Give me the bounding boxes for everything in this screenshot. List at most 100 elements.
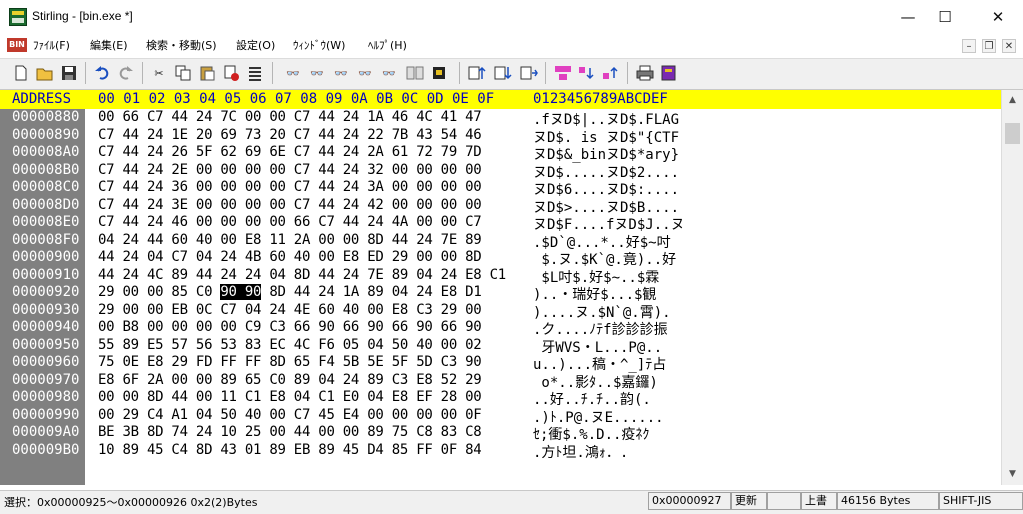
cursor-address: 0x00000927	[648, 492, 731, 510]
help-book-icon[interactable]	[658, 62, 680, 84]
row-bytes[interactable]: 10 89 45 C4 8D 43 01 89 EB 89 45 D4 85 F…	[98, 442, 482, 458]
jump-icon[interactable]	[430, 62, 452, 84]
row-bytes[interactable]: 29 00 00 85 C0 90 90 8D 44 24 1A 89 04 2…	[98, 284, 482, 300]
save-icon[interactable]	[58, 62, 80, 84]
hex-row[interactable]: 000009A0 BE 3B 8D 74 24 10 25 00 44 00 00…	[0, 424, 1001, 443]
hex-row[interactable]: 00000890 C7 44 24 1E 20 69 73 20 C7 44 24…	[0, 127, 1001, 146]
hex-row[interactable]: 000009B0 10 89 45 C4 8D 43 01 89 EB 89 45…	[0, 441, 1001, 462]
row-address: 000008F0	[12, 231, 80, 248]
row-bytes[interactable]: C7 44 24 3E 00 00 00 00 C7 44 24 42 00 0…	[98, 197, 482, 213]
row-bytes[interactable]: 29 00 00 EB 0C C7 04 24 4E 60 40 00 E8 C…	[98, 302, 482, 318]
delete-icon[interactable]	[220, 62, 242, 84]
maximize-button[interactable]: ☐	[922, 0, 968, 34]
row-address: 00000920	[12, 284, 80, 300]
undo-icon[interactable]	[91, 62, 113, 84]
hex-row[interactable]: 000008F0 04 24 44 60 40 00 E8 11 2A 00 00…	[0, 231, 1001, 251]
title-bar	[0, 0, 1023, 34]
hex-row[interactable]: 00000950 55 89 E5 57 56 53 83 EC 4C F6 05…	[0, 336, 1001, 356]
overwrite-mode: 上書	[801, 492, 837, 510]
row-address: 00000950	[12, 336, 80, 353]
close-button[interactable]: ✕	[975, 0, 1021, 34]
goto-top-icon[interactable]	[466, 62, 488, 84]
menu-window[interactable]: ｳｨﾝﾄﾞｳ(W)	[293, 37, 345, 53]
hex-header-row: ADDRESS 00 01 02 03 04 05 06 07 08 09 0A…	[0, 90, 1001, 109]
mdi-close-button[interactable]: ✕	[1002, 39, 1016, 53]
hex-row[interactable]: 00000910 44 24 4C 89 44 24 24 04 8D 44 24…	[0, 267, 1001, 286]
mdi-restore-button[interactable]: ❐	[982, 39, 996, 53]
menu-help[interactable]: ﾍﾙﾌﾟ(H)	[368, 37, 407, 53]
mark-next-icon[interactable]	[576, 62, 598, 84]
app-icon[interactable]	[9, 8, 27, 26]
row-address: 00000980	[12, 389, 80, 405]
find-next-icon[interactable]: 👓	[306, 62, 328, 84]
menu-settings[interactable]: 設定(O)	[236, 37, 275, 53]
hex-row[interactable]: 000008A0 C7 44 24 26 5F 62 69 6E C7 44 24…	[0, 144, 1001, 163]
row-bytes[interactable]: 00 00 8D 44 00 11 C1 E8 04 C1 E0 04 E8 E…	[98, 389, 482, 405]
row-address: 000009B0	[12, 441, 80, 458]
goto-end-icon[interactable]	[518, 62, 540, 84]
scroll-up-arrow-icon[interactable]: ▲	[1002, 92, 1023, 109]
row-address: 00000960	[12, 354, 80, 370]
goto-bottom-icon[interactable]	[492, 62, 514, 84]
hex-row[interactable]: 00000940 00 B8 00 00 00 00 C9 C3 66 90 66…	[0, 319, 1001, 338]
row-bytes[interactable]: 44 24 04 C7 04 24 4B 60 40 00 E8 ED 29 0…	[98, 249, 482, 265]
row-ascii[interactable]: .方ﾄ坦.鴻ｫ．.	[533, 442, 637, 462]
find-prev-icon[interactable]: 👓	[330, 62, 352, 84]
menu-edit[interactable]: 編集(E)	[90, 37, 128, 53]
paste-icon[interactable]	[196, 62, 218, 84]
row-bytes[interactable]: 00 29 C4 A1 04 50 40 00 C7 45 E4 00 00 0…	[98, 407, 482, 423]
hex-row[interactable]: 00000930 29 00 00 EB 0C C7 04 24 4E 60 40…	[0, 302, 1001, 321]
row-bytes[interactable]: BE 3B 8D 74 24 10 25 00 44 00 00 89 75 C…	[98, 424, 482, 440]
find-ab-icon[interactable]: 👓	[378, 62, 400, 84]
row-bytes[interactable]: E8 6F 2A 00 00 89 65 C0 89 04 24 89 C3 E…	[98, 372, 482, 388]
menu-file[interactable]: ﾌｧｲﾙ(F)	[33, 37, 70, 53]
open-folder-icon[interactable]	[34, 62, 56, 84]
hex-row[interactable]: 00000970 E8 6F 2A 00 00 89 65 C0 89 04 24…	[0, 372, 1001, 391]
row-address: 00000880	[12, 109, 80, 125]
redo-icon[interactable]	[115, 62, 137, 84]
row-bytes[interactable]: C7 44 24 46 00 00 00 00 66 C7 44 24 4A 0…	[98, 214, 482, 230]
bin-logo-icon[interactable]: BIN	[7, 38, 27, 52]
row-bytes[interactable]: 00 B8 00 00 00 00 C9 C3 66 90 66 90 66 9…	[98, 319, 482, 335]
insert-lines-icon[interactable]	[244, 62, 266, 84]
row-bytes[interactable]: 00 66 C7 44 24 7C 00 00 C7 44 24 1A 46 4…	[98, 109, 482, 125]
hex-row[interactable]: 000008E0 C7 44 24 46 00 00 00 00 66 C7 44…	[0, 214, 1001, 233]
row-bytes[interactable]: C7 44 24 36 00 00 00 00 C7 44 24 3A 00 0…	[98, 179, 482, 195]
hex-row[interactable]: 000008D0 C7 44 24 3E 00 00 00 00 C7 44 24…	[0, 197, 1001, 216]
row-bytes[interactable]: C7 44 24 1E 20 69 73 20 C7 44 24 22 7B 4…	[98, 127, 482, 143]
hex-row[interactable]: 00000900 44 24 04 C7 04 24 4B 60 40 00 E8…	[0, 249, 1001, 268]
row-bytes[interactable]: 04 24 44 60 40 00 E8 11 2A 00 00 8D 44 2…	[98, 232, 482, 248]
selected-bytes[interactable]: 90 90	[220, 284, 261, 300]
hex-row[interactable]: 00000990 00 29 C4 A1 04 50 40 00 C7 45 E4…	[0, 407, 1001, 426]
row-bytes[interactable]: 55 89 E5 57 56 53 83 EC 4C F6 05 04 50 4…	[98, 337, 482, 353]
menu-search[interactable]: 検索・移動(S)	[146, 37, 217, 53]
find-replace-icon[interactable]: 👓	[354, 62, 376, 84]
hex-editor-view[interactable]: ADDRESS 00 01 02 03 04 05 06 07 08 09 0A…	[0, 90, 1001, 485]
compare-icon[interactable]	[404, 62, 426, 84]
row-address: 000008B0	[12, 161, 80, 178]
hex-row[interactable]: 00000960 75 0E E8 29 FD FF FF 8D 65 F4 5B…	[0, 354, 1001, 373]
mark-icon[interactable]	[552, 62, 574, 84]
row-bytes[interactable]: C7 44 24 2E 00 00 00 00 C7 44 24 32 00 0…	[98, 162, 482, 178]
hex-row[interactable]: 00000980 00 00 8D 44 00 11 C1 E8 04 C1 E0…	[0, 389, 1001, 408]
hex-row[interactable]: 000008B0 C7 44 24 2E 00 00 00 00 C7 44 24…	[0, 161, 1001, 181]
row-bytes[interactable]: 44 24 4C 89 44 24 24 04 8D 44 24 7E 89 0…	[98, 267, 506, 283]
vertical-scrollbar[interactable]: ▲ ▼	[1001, 90, 1023, 485]
new-file-icon[interactable]	[10, 62, 32, 84]
copy-icon[interactable]	[172, 62, 194, 84]
print-icon[interactable]	[634, 62, 656, 84]
scroll-thumb[interactable]	[1005, 123, 1020, 144]
hex-row[interactable]: 000008C0 C7 44 24 36 00 00 00 00 C7 44 24…	[0, 179, 1001, 198]
hex-row[interactable]: 00000880 00 66 C7 44 24 7C 00 00 C7 44 24…	[0, 109, 1001, 128]
cut-icon[interactable]: ✂	[148, 62, 170, 84]
find-icon[interactable]: 👓	[282, 62, 304, 84]
row-address: 000008C0	[12, 179, 80, 195]
byte-offset-header: 00 01 02 03 04 05 06 07 08 09 0A 0B 0C 0…	[98, 91, 495, 107]
row-address: 00000940	[12, 319, 80, 335]
row-bytes[interactable]: C7 44 24 26 5F 62 69 6E C7 44 24 2A 61 7…	[98, 144, 482, 160]
scroll-down-arrow-icon[interactable]: ▼	[1002, 466, 1023, 483]
hex-row[interactable]: 00000920 29 00 00 85 C0 90 90 8D 44 24 1A…	[0, 284, 1001, 303]
row-bytes[interactable]: 75 0E E8 29 FD FF FF 8D 65 F4 5B 5E 5F 5…	[98, 354, 482, 370]
mdi-minimize-button[interactable]: –	[962, 39, 976, 53]
mark-prev-icon[interactable]	[600, 62, 622, 84]
